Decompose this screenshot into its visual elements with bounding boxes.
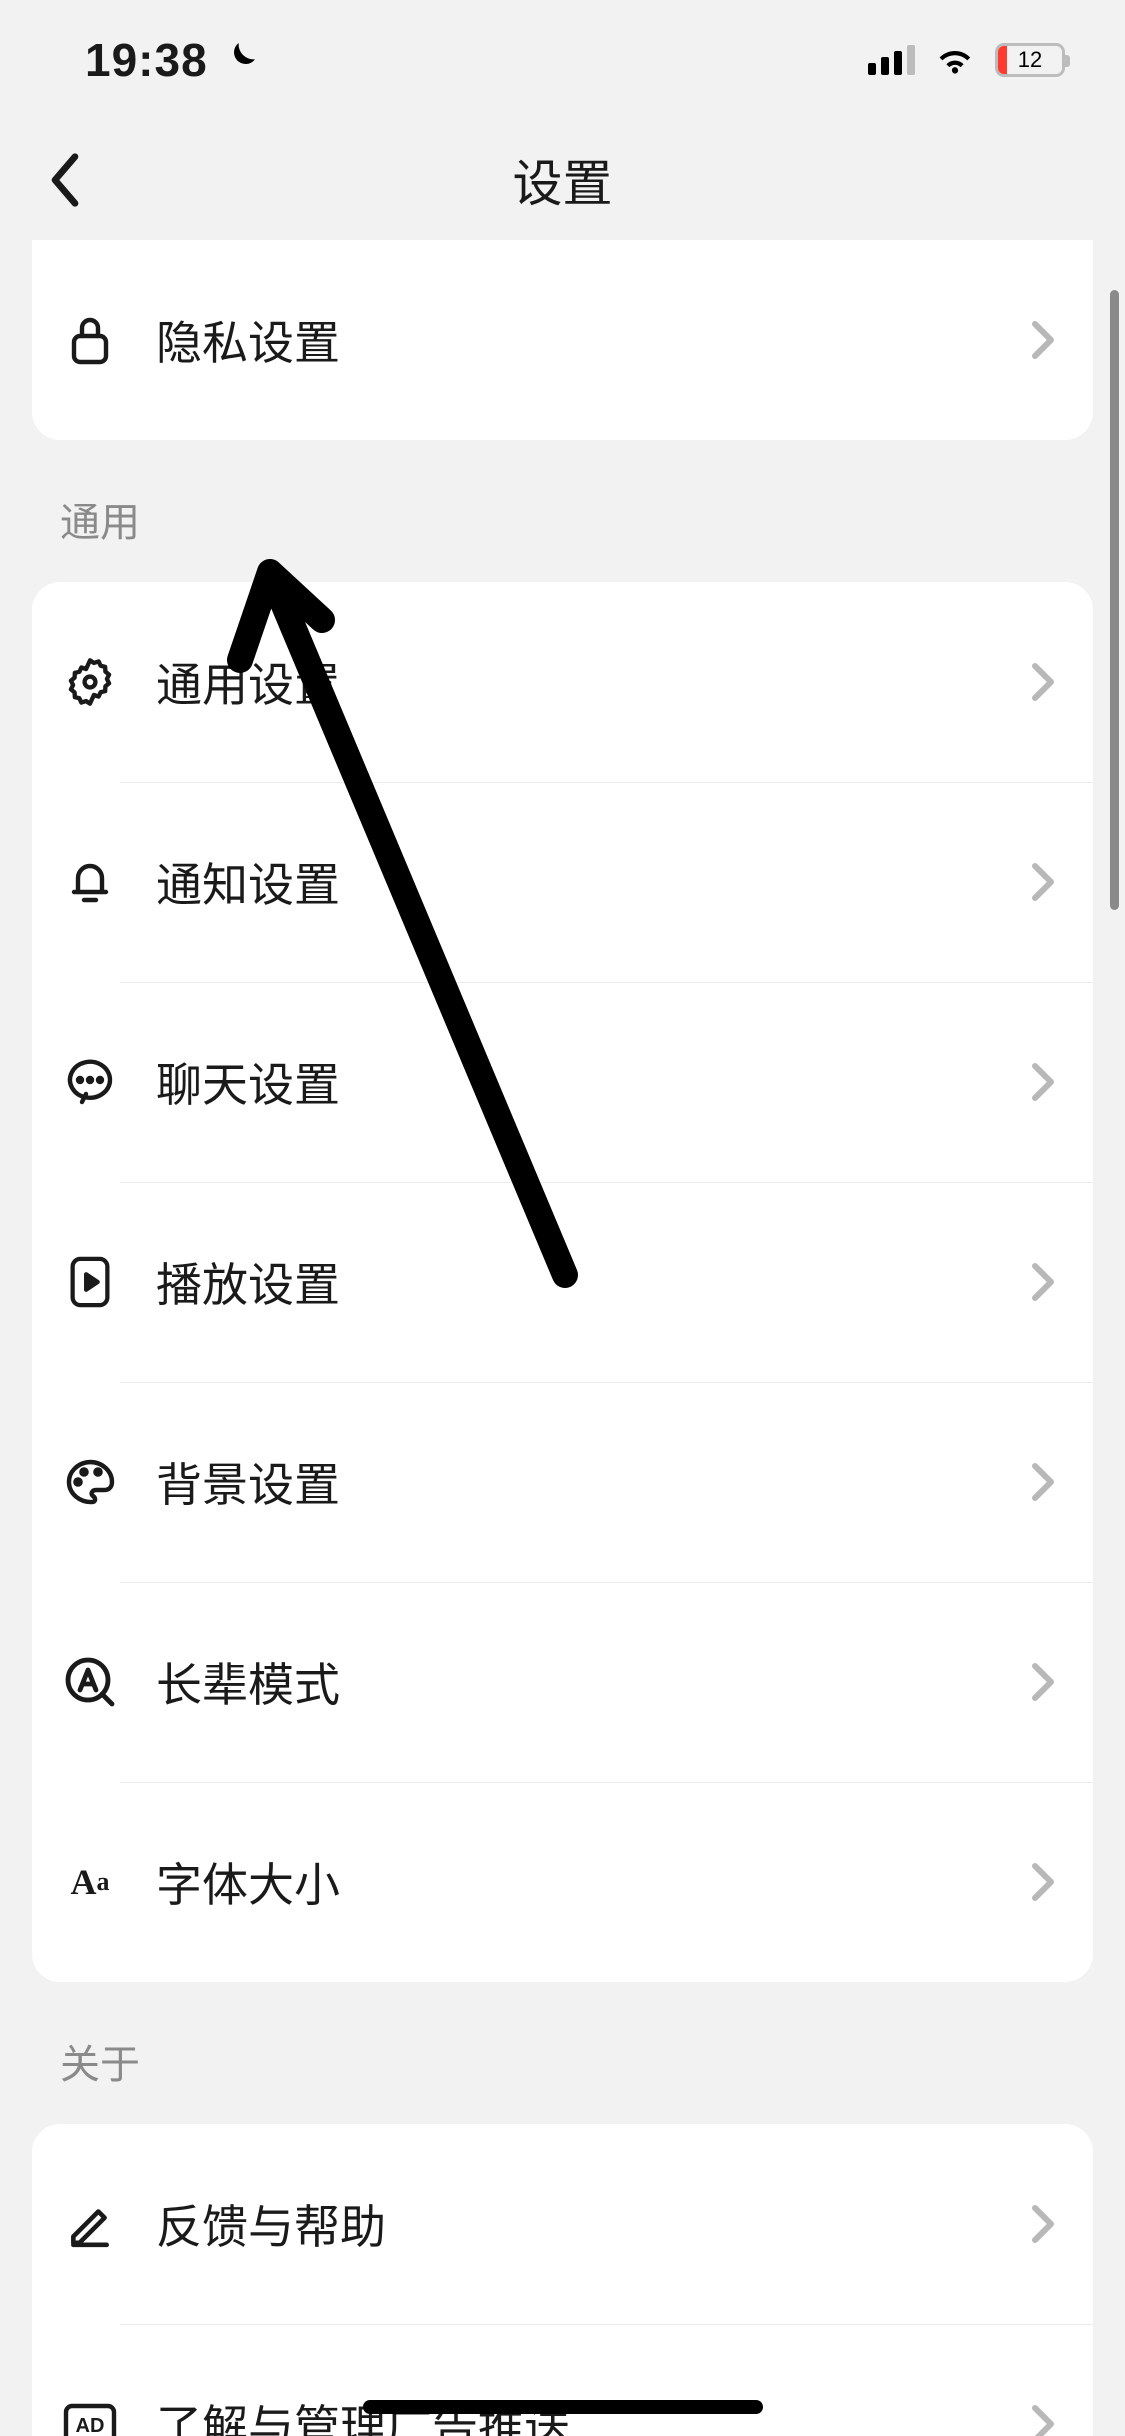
svg-text:AD: AD [76, 2415, 105, 2436]
battery-percentage: 12 [998, 47, 1062, 73]
page-title: 设置 [513, 144, 613, 216]
chevron-right-icon [1029, 1658, 1057, 1706]
chevron-right-icon [1029, 1058, 1057, 1106]
chevron-right-icon [1029, 1258, 1057, 1306]
row-label: 字体大小 [120, 1849, 1029, 1915]
row-elder-mode[interactable]: 长辈模式 [32, 1582, 1093, 1782]
back-button[interactable] [45, 150, 85, 210]
row-privacy-settings[interactable]: 隐私设置 [32, 240, 1093, 440]
row-feedback-help[interactable]: 反馈与帮助 [32, 2124, 1093, 2324]
settings-group-general: 通用设置 通知设置 聊天设置 [32, 582, 1093, 1982]
row-chat-settings[interactable]: 聊天设置 [32, 982, 1093, 1182]
status-right: 12 [868, 41, 1065, 80]
section-title-about: 关于 [32, 1982, 1093, 2124]
status-time: 19:38 [85, 33, 208, 87]
chevron-right-icon [1029, 1458, 1057, 1506]
home-indicator [363, 2400, 763, 2414]
chevron-right-icon [1029, 1858, 1057, 1906]
status-left: 19:38 [85, 33, 260, 87]
play-icon [60, 1252, 120, 1312]
chevron-right-icon [1029, 2400, 1057, 2436]
wifi-icon [933, 41, 977, 80]
lock-icon [60, 310, 120, 370]
row-label: 背景设置 [120, 1449, 1029, 1515]
section-title-general: 通用 [32, 440, 1093, 582]
nav-header: 设置 [0, 120, 1125, 240]
row-label: 隐私设置 [120, 307, 1029, 373]
pencil-icon [60, 2194, 120, 2254]
row-ad-management[interactable]: AD 了解与管理广告推送 [32, 2324, 1093, 2436]
chevron-right-icon [1029, 316, 1057, 364]
battery-icon: 12 [995, 43, 1065, 77]
elder-mode-icon [60, 1652, 120, 1712]
row-label: 聊天设置 [120, 1049, 1029, 1115]
settings-group-about: 反馈与帮助 AD 了解与管理广告推送 抖音规则中心 [32, 2124, 1093, 2436]
row-font-size[interactable]: Aa 字体大小 [32, 1782, 1093, 1982]
ad-icon: AD [60, 2394, 120, 2436]
row-label: 长辈模式 [120, 1649, 1029, 1715]
scroll-indicator[interactable] [1110, 290, 1119, 910]
chevron-right-icon [1029, 658, 1057, 706]
row-label: 反馈与帮助 [120, 2191, 1029, 2257]
chevron-right-icon [1029, 2200, 1057, 2248]
font-size-icon: Aa [60, 1852, 120, 1912]
row-label: 通用设置 [120, 649, 1029, 715]
row-label: 播放设置 [120, 1249, 1029, 1315]
settings-content: 隐私设置 通用 通用设置 通知设置 [0, 240, 1125, 2436]
row-playback-settings[interactable]: 播放设置 [32, 1182, 1093, 1382]
chat-icon [60, 1052, 120, 1112]
gear-icon [60, 652, 120, 712]
bell-icon [60, 852, 120, 912]
status-bar: 19:38 12 [0, 0, 1125, 120]
moon-icon [220, 38, 260, 83]
palette-icon [60, 1452, 120, 1512]
chevron-right-icon [1029, 858, 1057, 906]
settings-group-account-tail: 隐私设置 [32, 240, 1093, 440]
row-label: 通知设置 [120, 849, 1029, 915]
row-background-settings[interactable]: 背景设置 [32, 1382, 1093, 1582]
cellular-signal-icon [868, 45, 915, 75]
row-general-settings[interactable]: 通用设置 [32, 582, 1093, 782]
row-notification-settings[interactable]: 通知设置 [32, 782, 1093, 982]
